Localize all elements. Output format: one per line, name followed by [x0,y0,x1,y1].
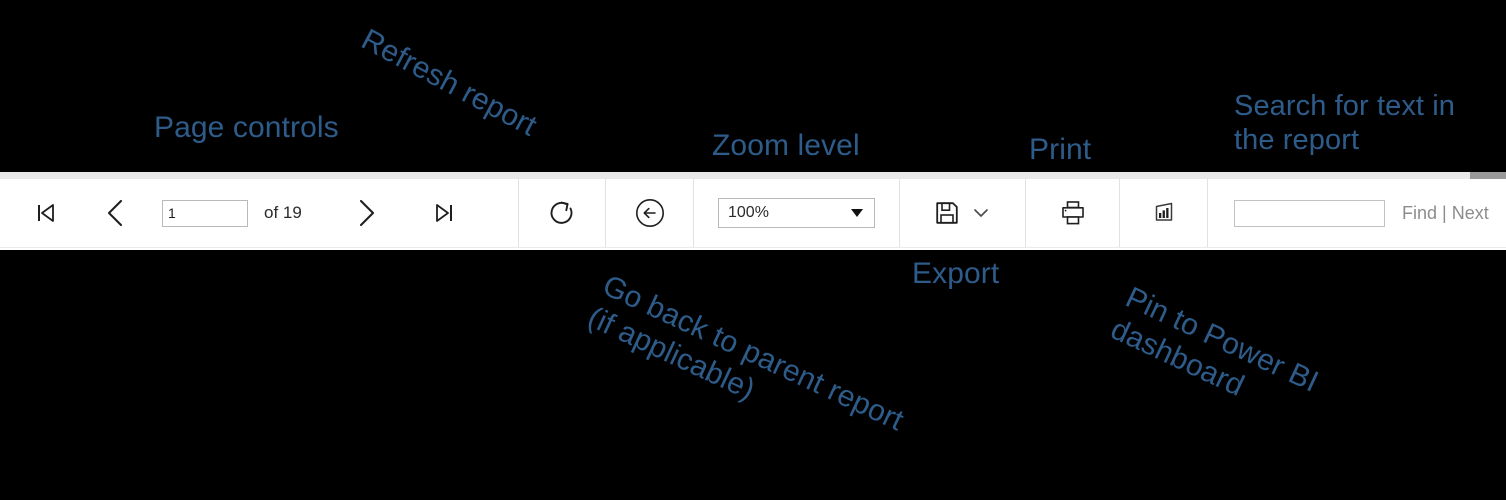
annotation-pin-to-power-bi: Pin to Power BI dashboard [1105,280,1324,404]
previous-page-button[interactable] [70,179,162,247]
zoom-level-value: 100% [728,204,769,221]
annotation-zoom-level: Zoom level [712,129,860,162]
save-floppy-icon [936,202,958,224]
refresh-report-button[interactable] [519,179,605,247]
first-page-button[interactable] [22,179,70,247]
print-group [1026,179,1120,247]
refresh-group [519,179,606,247]
export-group [900,179,1026,247]
annotation-export: Export [912,257,1000,290]
first-page-icon [38,204,54,222]
find-button[interactable]: Find [1402,203,1437,224]
pin-to-power-bi-button[interactable] [1120,179,1207,247]
print-button[interactable] [1026,179,1119,247]
find-group: Find | Next [1208,179,1506,247]
last-page-button[interactable] [412,179,476,247]
chevron-down-icon [851,209,863,217]
page-number-input[interactable] [162,199,248,227]
annotation-go-back-to-parent-report: Go back to parent report (if applicable) [582,268,909,438]
pin-group [1120,179,1208,247]
power-bi-pin-icon [1155,202,1172,221]
annotation-refresh-report: Refresh report [356,22,543,143]
last-page-icon [435,204,452,222]
annotation-page-controls: Page controls [154,111,339,144]
go-back-to-parent-report-button[interactable] [606,179,693,247]
refresh-icon [550,201,573,224]
printer-icon [1061,201,1084,225]
screenshot-root: Page controls Refresh report Zoom level … [0,0,1506,500]
find-next-button[interactable]: Next [1452,203,1489,224]
zoom-group: 100% [694,179,900,247]
next-page-icon [359,199,374,227]
previous-page-icon [107,199,123,227]
total-pages-label: of 19 [264,203,302,222]
horizontal-scrollbar-thumb[interactable] [1470,172,1506,179]
annotation-search-for-text: Search for text in the report [1234,90,1456,157]
find-text-input[interactable] [1234,199,1385,227]
back-group [606,179,694,247]
zoom-level-select[interactable]: 100% [718,198,875,228]
report-toolbar: of 19 [0,179,1506,248]
find-separator: | [1442,202,1447,223]
back-arrow-circle-icon [635,199,664,227]
annotation-print: Print [1029,133,1092,166]
export-chevron-down-icon [974,209,988,217]
page-controls-group: of 19 [0,179,519,247]
next-page-button[interactable] [320,179,412,247]
report-toolbar-container: of 19 [0,172,1506,250]
horizontal-scrollbar-track[interactable] [0,172,1506,179]
export-button[interactable] [900,179,1025,247]
